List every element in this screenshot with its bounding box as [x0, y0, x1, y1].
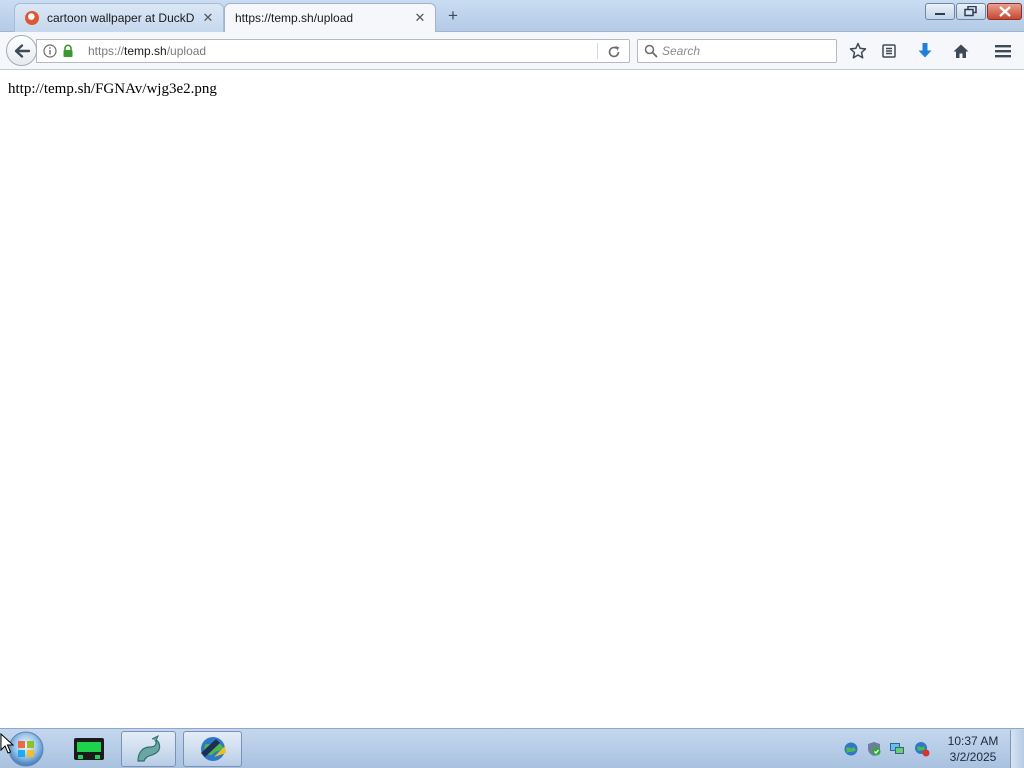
- network-globe-icon: [844, 742, 858, 756]
- taskbar-dragon-app[interactable]: [121, 731, 176, 767]
- search-icon: [644, 44, 658, 58]
- lock-icon[interactable]: [61, 44, 75, 58]
- star-icon: [849, 42, 867, 59]
- search-bar[interactable]: [637, 39, 837, 63]
- tray-network-globe[interactable]: [843, 741, 859, 757]
- back-button[interactable]: [6, 35, 37, 66]
- mouse-pointer-icon: [0, 733, 14, 754]
- tab-close-icon[interactable]: ✕: [197, 10, 219, 26]
- tab-title: cartoon wallpaper at DuckD: [47, 11, 195, 25]
- taskbar-download-manager-app[interactable]: [183, 731, 242, 767]
- search-input[interactable]: [662, 43, 832, 59]
- duckduckgo-icon: [25, 11, 39, 25]
- network-monitor-icon: [890, 743, 904, 754]
- system-clock[interactable]: 10:37 AM 3/2/2025: [942, 733, 1004, 765]
- windows-taskbar: 10:37 AM 3/2/2025: [0, 728, 1024, 768]
- terminal-app-icon: [74, 738, 104, 760]
- minimize-window-button[interactable]: [925, 3, 955, 20]
- dragon-app-icon: [136, 734, 160, 762]
- url-path: /upload: [166, 44, 207, 58]
- tray-network-monitor[interactable]: [889, 741, 905, 757]
- menu-icon: [995, 45, 1011, 58]
- close-icon: [998, 6, 1011, 17]
- tray-update-globe[interactable]: [914, 741, 930, 757]
- home-icon: [953, 44, 969, 58]
- address-bar[interactable]: https://temp.sh/upload: [36, 39, 630, 63]
- new-tab-plus-icon[interactable]: +: [443, 6, 463, 26]
- page-content: http://temp.sh/FGNAv/wjg3e2.png: [0, 71, 1024, 728]
- restore-icon: [964, 6, 977, 17]
- separator: [597, 43, 598, 59]
- tray-security-shield[interactable]: [866, 741, 882, 757]
- open-menu-button[interactable]: [992, 40, 1014, 62]
- downloads-button[interactable]: [914, 40, 936, 62]
- clock-time: 10:37 AM: [947, 734, 999, 748]
- bookmark-star-button[interactable]: [847, 40, 869, 62]
- security-shield-icon: [868, 742, 881, 756]
- tab-title: https://temp.sh/upload: [235, 11, 354, 25]
- upload-result-url: http://temp.sh/FGNAv/wjg3e2.png: [8, 81, 217, 97]
- url-text[interactable]: https://temp.sh/upload: [88, 44, 206, 58]
- clock-date: 3/2/2025: [949, 750, 997, 764]
- reading-list-icon: [882, 44, 896, 58]
- url-host: temp.sh: [124, 44, 167, 58]
- tab-close-icon[interactable]: ✕: [409, 10, 431, 26]
- reading-list-button[interactable]: [878, 40, 900, 62]
- tab-temp-sh-upload[interactable]: https://temp.sh/upload ✕: [224, 3, 436, 32]
- restore-window-button[interactable]: [956, 3, 986, 20]
- close-window-button[interactable]: [987, 3, 1022, 20]
- back-arrow-icon: [14, 43, 30, 58]
- update-globe-icon: [915, 742, 930, 757]
- minimize-icon: [935, 12, 945, 15]
- download-manager-globe-icon: [200, 737, 226, 761]
- navigation-toolbar: https://temp.sh/upload: [0, 32, 1024, 70]
- show-desktop-button[interactable]: [1010, 730, 1024, 768]
- info-icon[interactable]: [43, 44, 57, 58]
- reload-icon[interactable]: [605, 43, 623, 61]
- url-scheme: https://: [88, 44, 125, 58]
- taskbar-terminal-app[interactable]: [62, 731, 116, 767]
- tab-duckduckgo-search[interactable]: cartoon wallpaper at DuckD ✕: [14, 3, 224, 32]
- download-icon: [918, 43, 932, 58]
- tab-strip: cartoon wallpaper at DuckD ✕ https://tem…: [0, 0, 1024, 32]
- home-button[interactable]: [950, 40, 972, 62]
